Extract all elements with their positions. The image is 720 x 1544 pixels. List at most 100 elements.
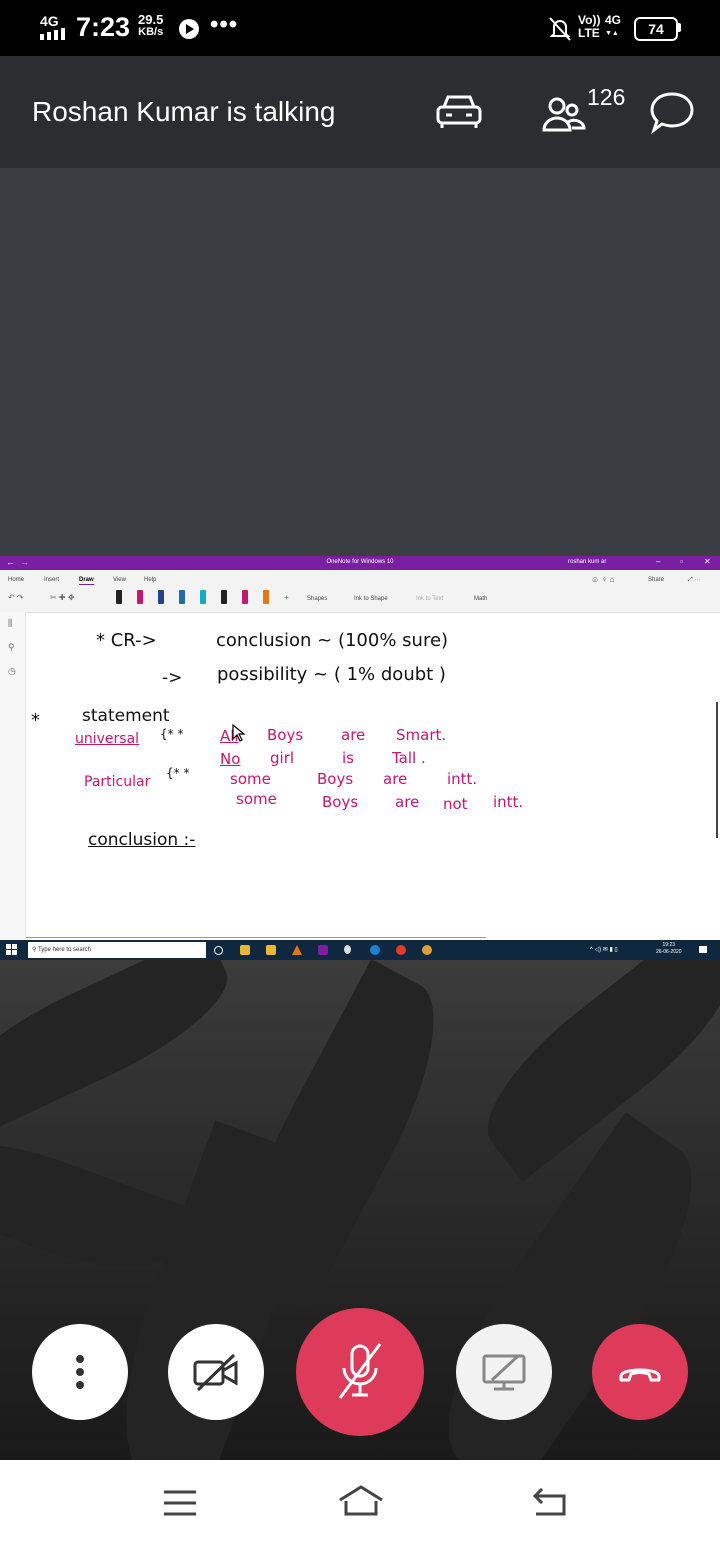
back-icon[interactable] xyxy=(530,1486,568,1518)
youtube-icon xyxy=(179,19,199,39)
tab-home: Home xyxy=(8,577,25,583)
taskbar-clock: 19:23 26-06-2020 xyxy=(656,942,682,955)
app-icon xyxy=(344,945,351,954)
pen-icon xyxy=(200,590,206,604)
ink-s3-word: Boys xyxy=(317,770,354,788)
undo-icon: ↶ ↷ xyxy=(8,593,24,602)
ink-s2-word: girl xyxy=(270,749,295,767)
tab-insert: Insert xyxy=(44,577,60,583)
ink-s4-word: Boys xyxy=(322,793,359,811)
pen-icon xyxy=(116,590,122,604)
ink-to-shape-tool: Ink to Shape xyxy=(354,596,388,602)
network-speed: 29.5 KB/s xyxy=(138,12,164,38)
close-icon: ✕ xyxy=(704,557,711,566)
shapes-tool: Shapes xyxy=(307,596,328,602)
onenote-sidebar: ⫼ ⚲ ◷ xyxy=(0,612,26,940)
ink-particular: Particular xyxy=(84,774,151,790)
clock: 7:23 xyxy=(76,12,131,42)
more-options-icon xyxy=(76,1355,84,1389)
signal-icon xyxy=(40,28,65,40)
ink-s4-word: are xyxy=(395,793,420,811)
battery-icon: 74 xyxy=(634,17,678,41)
chrome-icon xyxy=(396,945,406,955)
network-type: 4G xyxy=(40,13,59,29)
shared-screen: ← → OneNote for Windows 10 roshan kum ar… xyxy=(0,556,720,960)
home-icon[interactable] xyxy=(338,1484,384,1518)
chat-icon[interactable] xyxy=(648,90,696,134)
notifications-icon xyxy=(699,946,707,953)
ink-s4-word: intt. xyxy=(493,793,524,811)
app-icon xyxy=(422,945,432,955)
ink-s1-word: Boys xyxy=(267,726,304,744)
add-pen-icon: + xyxy=(284,593,289,602)
ink-s2-word: is xyxy=(342,749,354,767)
tab-help: Help xyxy=(144,577,157,583)
ink-conclusion-heading: conclusion :- xyxy=(88,830,196,850)
window-user: roshan kum ar xyxy=(568,559,607,565)
camera-toggle-button[interactable] xyxy=(168,1324,264,1420)
onenote-icon xyxy=(318,945,328,955)
canvas-horizontal-scrollbar xyxy=(26,937,486,938)
ink-s1-word: Smart. xyxy=(396,726,447,744)
system-nav-bar xyxy=(0,1460,720,1544)
file-explorer-icon xyxy=(240,945,250,955)
lasso-icon: ✂ ✚ ✥ xyxy=(50,593,75,602)
more-options-button[interactable] xyxy=(32,1324,128,1420)
ink-to-text-tool: Ink to Text xyxy=(416,596,444,602)
windows-start-icon xyxy=(6,944,17,955)
restore-icon: ▫ xyxy=(680,557,683,566)
notebooks-icon: ⫼ xyxy=(8,618,13,628)
battery-tip xyxy=(678,23,681,32)
mute-bell-icon xyxy=(549,17,571,41)
tab-draw: Draw xyxy=(79,577,94,585)
pen-icon xyxy=(221,590,227,604)
search-icon: ⚲ xyxy=(32,947,37,953)
pen-icon xyxy=(263,590,269,604)
screen-share-button[interactable] xyxy=(456,1324,552,1420)
camera-off-icon xyxy=(193,1353,238,1392)
windows-taskbar: ⚲ Type here to search ^ ◁) ✉ ▮ ▯ 19:23 2… xyxy=(0,940,720,960)
ribbon-more: ⤢ ⋯ xyxy=(688,577,701,583)
end-call-button[interactable] xyxy=(592,1324,688,1420)
screen-share-icon xyxy=(482,1354,526,1391)
cortana-icon xyxy=(214,946,223,955)
system-tray: ^ ◁) ✉ ▮ ▯ xyxy=(590,947,618,953)
minimize-icon: – xyxy=(656,557,661,566)
ink-possibility-def: possibility ~ ( 1% doubt ) xyxy=(217,664,446,685)
ink-s3-word: are xyxy=(383,770,408,788)
ink-arrow: -> xyxy=(162,668,183,688)
ribbon-icons: ☺ ♀ ⌂ xyxy=(591,575,615,584)
volte-indicator: Vo)) LTE xyxy=(578,13,601,40)
participant-count: 126 xyxy=(587,84,626,110)
tab-view: View xyxy=(113,577,126,583)
ink-brace-particular: {* * xyxy=(166,766,190,780)
ink-s2-word: No xyxy=(220,750,241,768)
more-notifications: ••• xyxy=(210,11,239,38)
ink-conclusion-def: conclusion ~ (100% sure) xyxy=(216,630,449,651)
pen-icon xyxy=(179,590,185,604)
edge-icon xyxy=(370,945,380,955)
ink-s2-word: Tall . xyxy=(392,749,426,767)
speaker-video-area xyxy=(0,168,720,556)
onenote-title-bar: ← → OneNote for Windows 10 roshan kum ar… xyxy=(0,556,720,570)
participants-icon[interactable] xyxy=(540,92,588,134)
canvas-scrollbar xyxy=(716,702,718,838)
pen-icon xyxy=(137,590,143,604)
ink-s1-word: are xyxy=(341,726,366,744)
recent-apps-icon[interactable] xyxy=(162,1488,198,1518)
car-icon[interactable] xyxy=(434,92,484,130)
vlc-icon xyxy=(292,945,302,955)
store-icon xyxy=(266,945,276,955)
status-bar: 4G 7:23 29.5 KB/s ••• Vo)) LTE 4G ▼▲ 74 xyxy=(0,0,720,56)
mic-off-icon xyxy=(338,1343,382,1399)
ink-cr: * CR-> xyxy=(96,630,157,651)
search-icon: ⚲ xyxy=(8,642,15,652)
mic-toggle-button[interactable] xyxy=(296,1308,424,1436)
recent-icon: ◷ xyxy=(8,666,16,676)
onenote-canvas: * CR-> conclusion ~ (100% sure) -> possi… xyxy=(26,612,720,940)
ink-s3-word: some xyxy=(230,770,271,788)
cursor-icon xyxy=(232,724,246,742)
pen-icon xyxy=(242,590,248,604)
share-button: Share xyxy=(648,577,665,583)
end-call-icon xyxy=(619,1368,661,1382)
